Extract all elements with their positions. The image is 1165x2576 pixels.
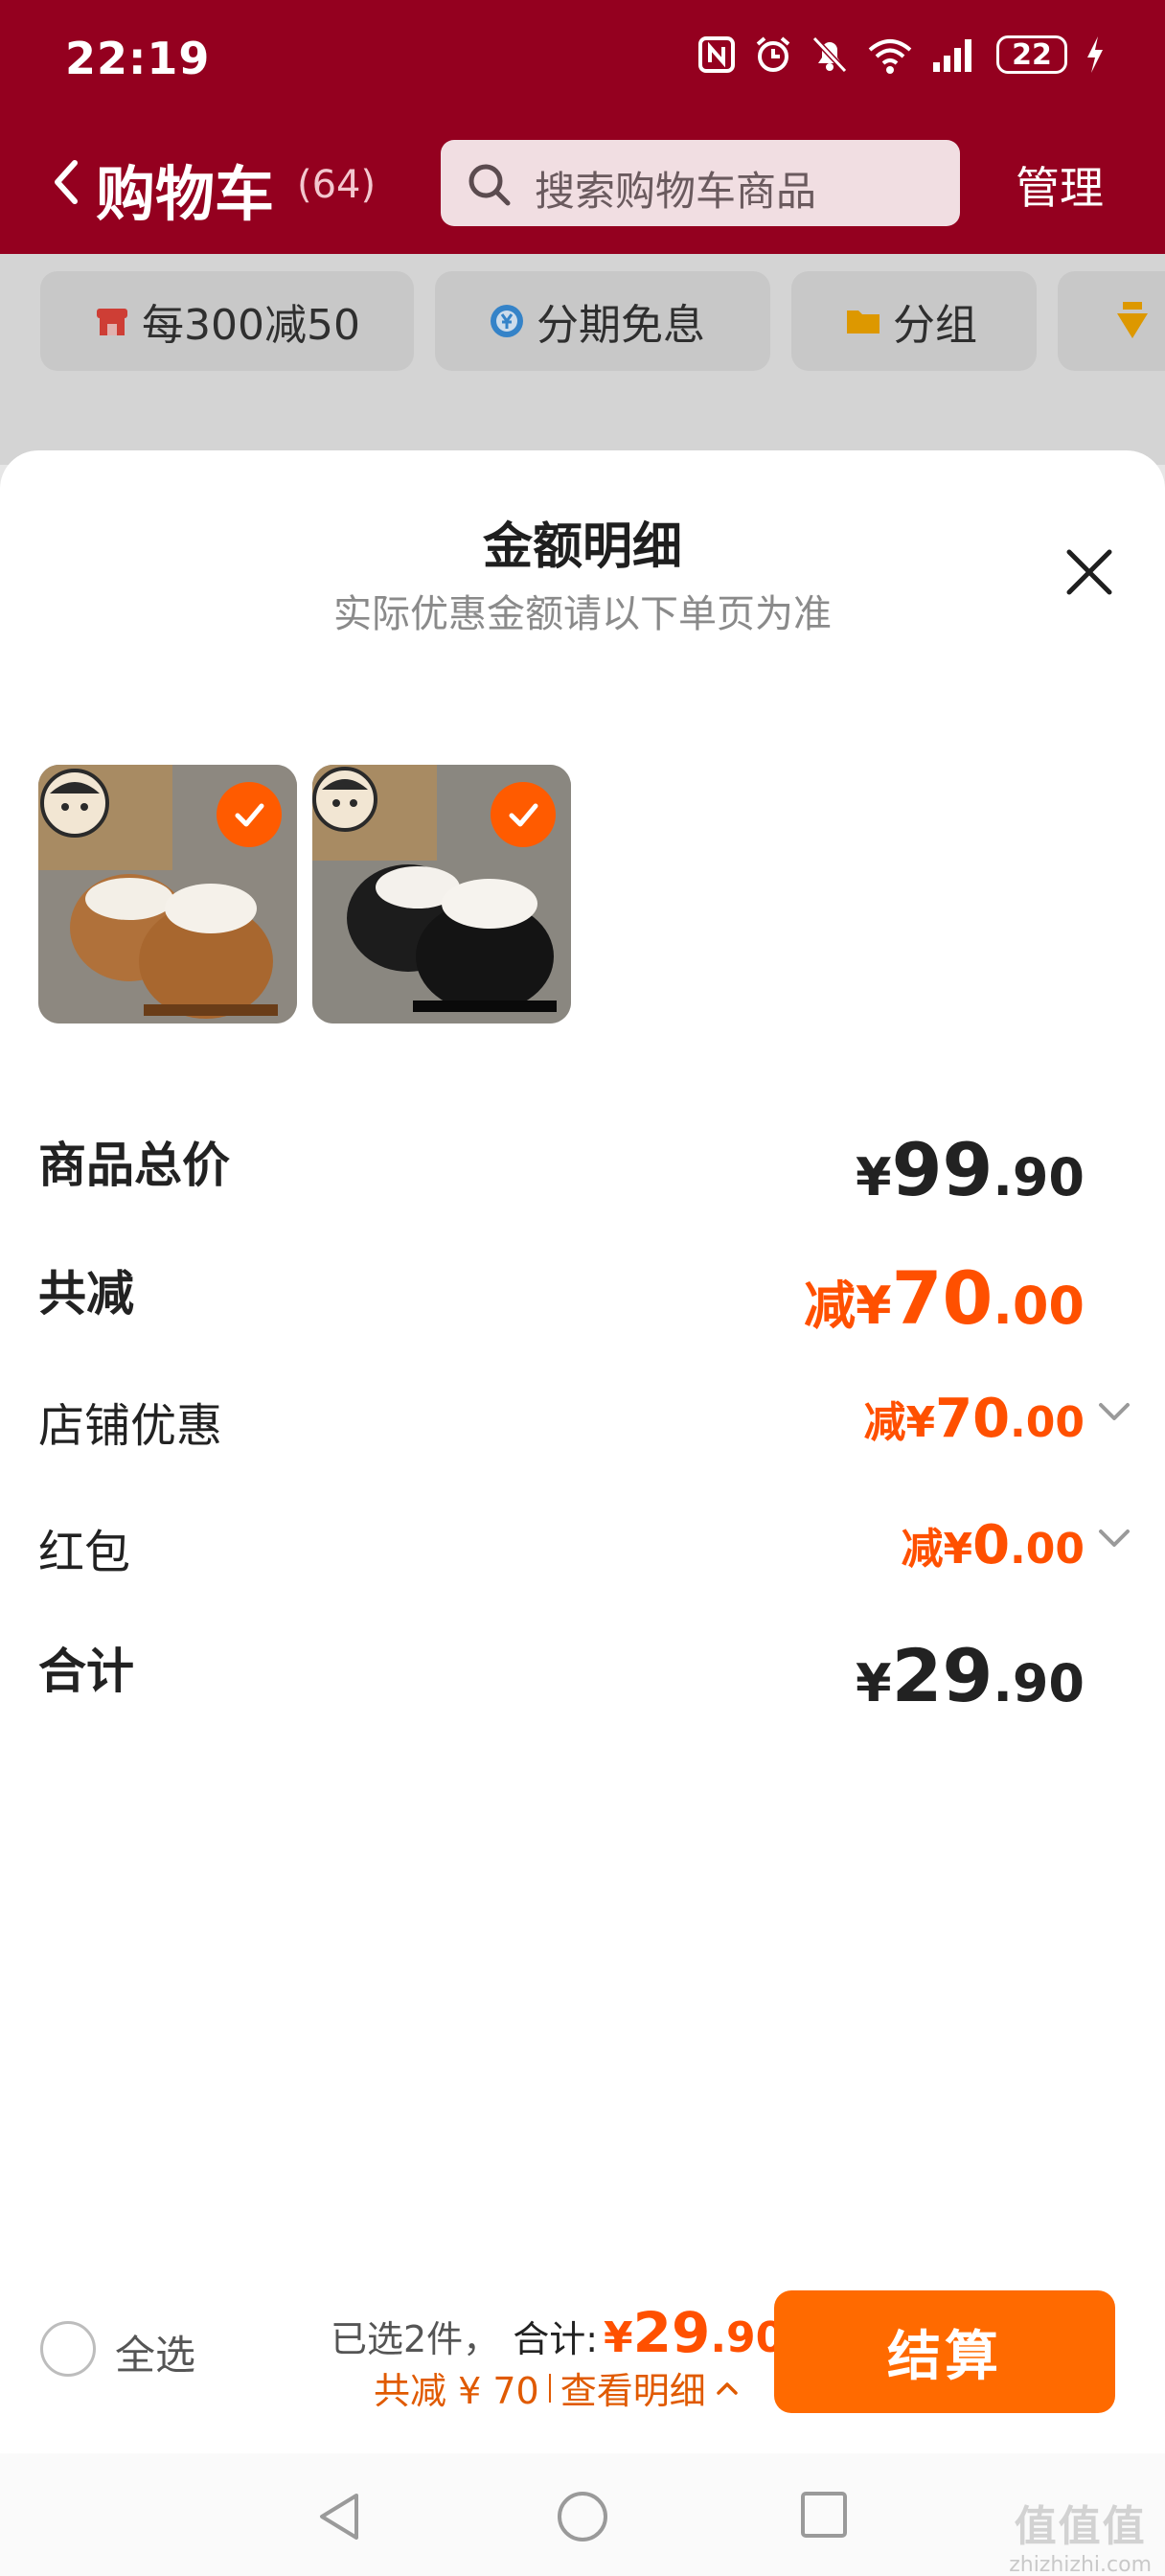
sheet-subtitle: 实际优惠金额请以下单页为准 xyxy=(333,592,832,636)
header: 22:19 22 购物车 (64) 搜索购物车商品 管理 xyxy=(0,0,1165,254)
saved-line[interactable]: 共减 ¥ 70 查看明细 xyxy=(374,2361,739,2414)
row-total: 合计 ¥ 29 .90 xyxy=(38,1633,1131,1718)
chevron-down-icon[interactable] xyxy=(1098,1401,1131,1424)
subtotal-dec: .90 xyxy=(993,1147,1085,1208)
search-input[interactable]: 搜索购物车商品 xyxy=(441,140,960,226)
subtotal-int: 99 xyxy=(891,1127,994,1212)
total-int: 29 xyxy=(891,1633,994,1718)
amount-detail-sheet: 金额明细 实际优惠金额请以下单页为准 商品总价 ¥ 99 .90 共减 减¥ 7… xyxy=(0,450,1165,2576)
subtotal-value: ¥ 99 .90 xyxy=(856,1127,1085,1212)
alarm-icon xyxy=(756,36,790,72)
discount-total-label: 共减 xyxy=(38,1266,134,1322)
recent-apps-icon[interactable] xyxy=(799,2490,849,2540)
total-dec: .90 xyxy=(993,1653,1085,1714)
watermark: 值值值 zhizhizhi.com xyxy=(1009,2492,1152,2576)
currency-symbol: ¥ xyxy=(855,1653,892,1714)
store-discount-dec: .00 xyxy=(1010,1398,1085,1447)
total-label: 合计 xyxy=(38,1644,134,1699)
system-nav-bar xyxy=(0,2453,1165,2576)
summary-total-label: 合计: xyxy=(513,2318,598,2360)
discount-total-value: 减¥ 70 .00 xyxy=(804,1255,1085,1341)
saved-amount: 共减 ¥ 70 xyxy=(374,2370,539,2412)
watermark-logo: 值值值 xyxy=(1014,2502,1147,2551)
store-discount-label: 店铺优惠 xyxy=(38,1399,223,1453)
nfc-icon xyxy=(698,36,735,73)
store-discount-prefix: 减¥ xyxy=(863,1398,936,1447)
home-circle-icon[interactable] xyxy=(556,2490,609,2543)
checkout-button[interactable]: 结算 xyxy=(774,2290,1115,2413)
search-placeholder: 搜索购物车商品 xyxy=(535,168,817,215)
overlay[interactable] xyxy=(0,254,1165,465)
red-packet-dec: .00 xyxy=(1010,1525,1085,1574)
row-discount-total: 共减 减¥ 70 .00 xyxy=(38,1255,1131,1341)
view-details-link[interactable]: 查看明细 xyxy=(560,2361,706,2414)
back-triangle-icon[interactable] xyxy=(314,2490,364,2543)
watermark-url: zhizhizhi.com xyxy=(1009,2553,1152,2576)
row-store-discount[interactable]: 店铺优惠 减¥ 70 .00 xyxy=(38,1388,1131,1464)
manage-button[interactable]: 管理 xyxy=(1016,153,1104,217)
red-packet-label: 红包 xyxy=(38,1526,131,1579)
sheet-title: 金额明细 xyxy=(482,518,682,576)
row-red-packet[interactable]: 红包 减¥ 0 .00 xyxy=(38,1514,1131,1591)
mute-icon xyxy=(811,35,848,74)
close-icon[interactable] xyxy=(1063,546,1115,598)
divider xyxy=(548,2373,551,2403)
product-thumbnails xyxy=(38,765,571,1024)
status-icons: 22 xyxy=(697,34,1106,75)
summary-currency: ¥ xyxy=(604,2313,633,2362)
select-all-checkbox[interactable] xyxy=(40,2321,96,2377)
check-icon[interactable] xyxy=(217,782,282,847)
red-packet-prefix: 减¥ xyxy=(901,1525,973,1574)
currency-symbol: ¥ xyxy=(855,1147,892,1208)
selected-count: 已选2件， xyxy=(331,2318,500,2360)
select-all-label[interactable]: 全选 xyxy=(115,2323,195,2381)
checkout-bar: 全选 已选2件， 合计: ¥ 29 .90 共减 ¥ 70 查看明细 结算 xyxy=(0,2262,1165,2434)
battery-icon: 22 xyxy=(996,35,1067,74)
status-bar: 22:19 22 xyxy=(0,0,1165,115)
summary-total-int: 29 xyxy=(632,2300,711,2365)
status-time: 22:19 xyxy=(65,33,211,84)
store-discount-value: 减¥ 70 .00 xyxy=(863,1388,1085,1450)
charging-icon xyxy=(1087,36,1103,73)
discount-prefix: 减¥ xyxy=(803,1276,892,1336)
selected-summary: 已选2件， 合计: ¥ 29 .90 xyxy=(331,2300,785,2365)
product-thumb-black[interactable] xyxy=(312,765,571,1024)
store-discount-int: 70 xyxy=(935,1388,1011,1450)
search-icon xyxy=(468,164,511,206)
product-thumb-brown[interactable] xyxy=(38,765,297,1024)
red-packet-int: 0 xyxy=(972,1514,1011,1576)
cart-count: (64) xyxy=(297,163,377,207)
discount-total-dec: .00 xyxy=(993,1276,1085,1336)
subtotal-label: 商品总价 xyxy=(38,1138,230,1193)
wifi-icon xyxy=(868,39,912,74)
discount-total-int: 70 xyxy=(891,1255,994,1341)
total-value: ¥ 29 .90 xyxy=(856,1633,1085,1718)
chevron-down-icon[interactable] xyxy=(1098,1528,1131,1551)
signal-icon xyxy=(933,39,971,72)
nav-bar: 购物车 (64) 搜索购物车商品 管理 xyxy=(0,134,1165,230)
red-packet-value: 减¥ 0 .00 xyxy=(901,1514,1085,1576)
back-icon[interactable] xyxy=(48,155,86,209)
page-title: 购物车 xyxy=(96,159,275,229)
chevron-up-icon[interactable] xyxy=(716,2380,739,2397)
row-subtotal: 商品总价 ¥ 99 .90 xyxy=(38,1127,1131,1212)
check-icon[interactable] xyxy=(491,782,556,847)
